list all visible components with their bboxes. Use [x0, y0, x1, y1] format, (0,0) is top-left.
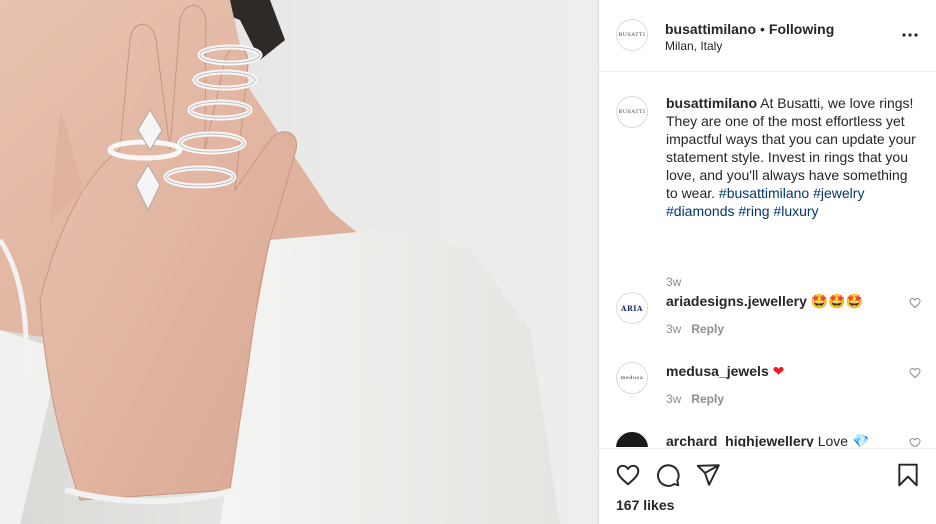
- following-button[interactable]: Following: [769, 21, 834, 37]
- reply-button[interactable]: Reply: [691, 392, 724, 406]
- comment-message: ❤: [772, 363, 785, 379]
- hashtag-link[interactable]: #jewelry: [813, 185, 864, 201]
- comment-like-icon[interactable]: [909, 297, 921, 309]
- comment-message: Love 💎: [817, 433, 870, 447]
- commenter-avatar[interactable]: ARIA: [616, 292, 648, 324]
- save-bookmark-icon[interactable]: [895, 462, 921, 488]
- author-avatar[interactable]: BUSATTI: [616, 19, 648, 51]
- hashtag-link[interactable]: #diamonds: [666, 203, 735, 219]
- post-location[interactable]: Milan, Italy: [665, 39, 834, 54]
- dot-separator: •: [760, 21, 765, 37]
- comment-item: ARIA ariadesigns.jewellery 🤩🤩🤩 3w Reply: [616, 292, 921, 344]
- post-header: BUSATTI busattimilano • Following Milan, I…: [599, 0, 936, 72]
- avatar-text: medusa: [620, 375, 644, 381]
- commenter-avatar[interactable]: [616, 432, 648, 447]
- comment-like-icon[interactable]: [909, 437, 921, 447]
- caption-avatar[interactable]: BUSATTI: [616, 96, 648, 128]
- hashtag-link[interactable]: #ring: [738, 203, 769, 219]
- comment-item: medusa medusa_jewels ❤ 3w Reply: [616, 362, 921, 414]
- post-actions-bar: 167 likes: [599, 448, 936, 524]
- comment-meta: 3w Reply: [666, 392, 724, 406]
- comment-timestamp[interactable]: 3w: [666, 322, 681, 336]
- avatar-text: ARIA: [621, 303, 643, 313]
- comment-text: ariadesigns.jewellery 🤩🤩🤩: [666, 292, 863, 310]
- commenter-avatar[interactable]: medusa: [616, 362, 648, 394]
- comment-item: archard_highjewellery Love 💎: [616, 432, 921, 447]
- commenter-username[interactable]: ariadesigns.jewellery: [666, 293, 807, 309]
- avatar-text: BUSATTI: [618, 32, 646, 38]
- comment-message: 🤩🤩🤩: [810, 293, 864, 309]
- commenter-username[interactable]: medusa_jewels: [666, 363, 769, 379]
- more-options-icon: [902, 33, 918, 37]
- comments-section[interactable]: BUSATTI busattimilano At Busatti, we lov…: [599, 73, 936, 447]
- caption-timestamp[interactable]: 3w: [666, 275, 681, 289]
- like-heart-icon[interactable]: [615, 462, 641, 488]
- comment-icon[interactable]: [655, 462, 681, 488]
- caption-username[interactable]: busattimilano: [666, 95, 757, 111]
- author-line: busattimilano • Following: [665, 21, 834, 38]
- comment-text: medusa_jewels ❤: [666, 362, 784, 380]
- comment-text: archard_highjewellery Love 💎: [666, 432, 869, 447]
- reply-button[interactable]: Reply: [691, 322, 724, 336]
- comment-meta: 3w Reply: [666, 322, 724, 336]
- hashtag-link[interactable]: #luxury: [773, 203, 818, 219]
- more-options-button[interactable]: [901, 26, 919, 44]
- comment-timestamp[interactable]: 3w: [666, 392, 681, 406]
- hashtag-link[interactable]: #busattimilano: [719, 185, 809, 201]
- post-details-panel: BUSATTI busattimilano • Following Milan, I…: [598, 0, 936, 524]
- post-image: [0, 0, 598, 524]
- post-photo[interactable]: [0, 0, 598, 524]
- avatar-text: BUSATTI: [618, 109, 646, 115]
- comment-like-icon[interactable]: [909, 367, 921, 379]
- author-username[interactable]: busattimilano: [665, 21, 756, 37]
- author-info: busattimilano • Following Milan, Italy: [665, 21, 834, 54]
- likes-count[interactable]: 167 likes: [616, 497, 674, 513]
- share-icon[interactable]: [695, 462, 721, 488]
- caption-text: busattimilano At Busatti, we love rings!…: [666, 94, 916, 220]
- commenter-username[interactable]: archard_highjewellery: [666, 433, 814, 447]
